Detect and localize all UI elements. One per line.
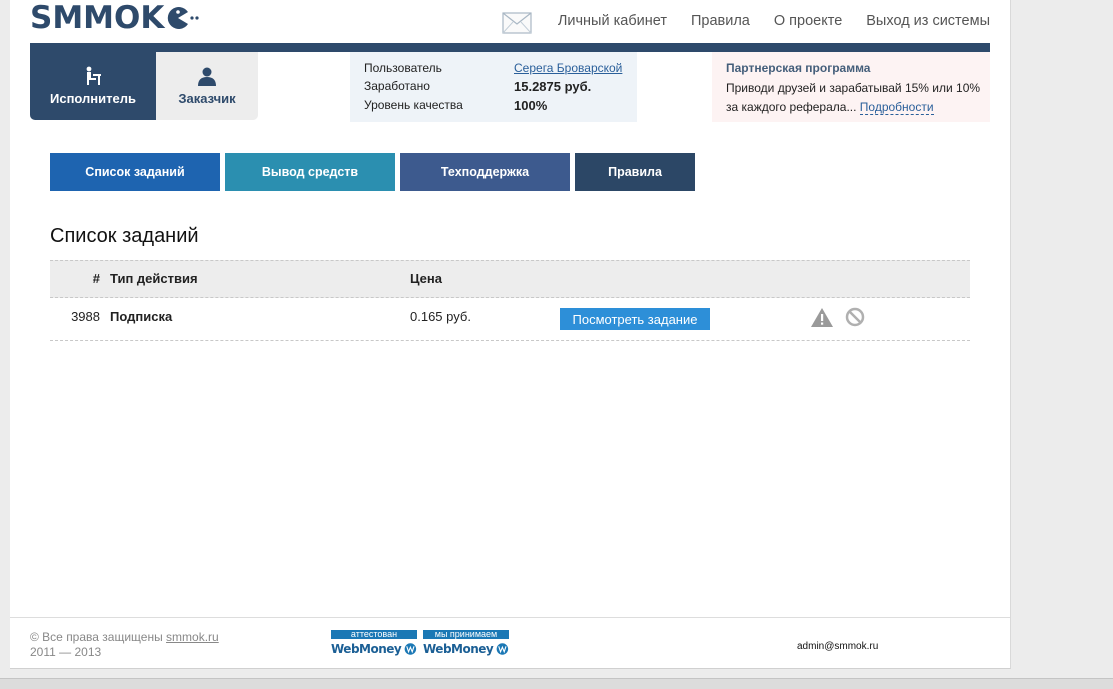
admin-email[interactable]: admin@smmok.ru xyxy=(797,641,878,652)
webmoney-accept-badge[interactable]: мы принимаем WebMoney xyxy=(423,630,509,660)
wm2-brand: WebMoney xyxy=(423,642,494,656)
webmoney-attested-badge[interactable]: аттестован WebMoney xyxy=(331,630,417,660)
webmoney-globe-icon xyxy=(496,643,509,655)
view-task-button[interactable]: Посмотреть задание xyxy=(560,308,710,330)
task-price: 0.165 руб. xyxy=(410,309,471,324)
user-icon xyxy=(198,67,216,86)
menu-support[interactable]: Техподдержка xyxy=(400,153,570,191)
role-executor-label: Исполнитель xyxy=(50,91,136,106)
wm1-top: аттестован xyxy=(331,630,417,639)
partner-text: Приводи друзей и зарабатывай 15% или 10%… xyxy=(726,81,981,114)
nav-rules[interactable]: Правила xyxy=(691,6,750,36)
quality-value: 100% xyxy=(514,98,548,113)
menu-rules[interactable]: Правила xyxy=(575,153,695,191)
copyright-text: © Все права защищены xyxy=(30,630,163,644)
top-nav: Личный кабинет Правила О проекте Выход и… xyxy=(502,6,990,36)
col-number: # xyxy=(92,271,100,286)
earned-value: 15.2875 руб. xyxy=(514,79,592,94)
webmoney-globe-icon xyxy=(404,643,417,655)
tasks-table: # Тип действия Цена 3988 Подписка 0.165 … xyxy=(50,260,970,341)
mail-icon[interactable] xyxy=(502,12,532,34)
role-customer-label: Заказчик xyxy=(178,91,236,106)
partner-more-link[interactable]: Подробности xyxy=(859,100,934,115)
copyright: © Все права защищены smmok.ru 2011 — 201… xyxy=(30,630,219,660)
main-menu: Список заданий Вывод средств Техподдержк… xyxy=(50,153,700,191)
user-label: Пользователь xyxy=(364,61,442,75)
role-tab-customer[interactable]: Заказчик xyxy=(156,52,258,120)
menu-tasks[interactable]: Список заданий xyxy=(50,153,220,191)
task-id: 3988 xyxy=(71,309,100,324)
page-title: Список заданий xyxy=(50,225,199,247)
block-icon[interactable] xyxy=(845,307,865,327)
browser-bottom-strip xyxy=(0,678,1113,689)
task-type: Подписка xyxy=(110,309,173,324)
table-row: 3988 Подписка 0.165 руб. Посмотреть зада… xyxy=(50,298,970,341)
partner-title: Партнерская программа xyxy=(726,61,871,75)
role-tab-executor[interactable]: Исполнитель xyxy=(30,52,156,120)
user-name-link[interactable]: Серега Броварской xyxy=(514,61,622,75)
logo-text: SMMOK xyxy=(30,0,165,36)
col-price: Цена xyxy=(410,271,442,286)
pacman-icon xyxy=(168,7,200,29)
copyright-years: 2011 — 2013 xyxy=(30,645,102,659)
footer-divider xyxy=(10,617,1010,618)
nav-logout[interactable]: Выход из системы xyxy=(866,6,990,36)
col-type: Тип действия xyxy=(110,271,198,286)
wm1-brand: WebMoney xyxy=(331,642,402,656)
earned-label: Заработано xyxy=(364,79,430,93)
partner-box: Партнерская программа Приводи друзей и з… xyxy=(712,52,990,122)
role-tabs: Исполнитель Заказчик xyxy=(30,52,258,120)
nav-cabinet[interactable]: Личный кабинет xyxy=(558,6,667,36)
logo[interactable]: SMMOK xyxy=(30,0,202,36)
header-bar xyxy=(30,43,990,52)
menu-withdraw[interactable]: Вывод средств xyxy=(225,153,395,191)
nav-about[interactable]: О проекте xyxy=(774,6,842,36)
site-link[interactable]: smmok.ru xyxy=(166,630,219,644)
table-header: # Тип действия Цена xyxy=(50,260,970,298)
wm2-top: мы принимаем xyxy=(423,630,509,639)
quality-label: Уровень качества xyxy=(364,98,463,112)
page: SMMOK Личный кабинет Правила О проекте В… xyxy=(10,0,1011,669)
partner-text-wrap: Приводи друзей и зарабатывай 15% или 10%… xyxy=(726,79,986,117)
warning-icon[interactable] xyxy=(810,307,834,328)
worker-icon xyxy=(86,66,101,85)
user-info: Пользователь Серега Броварской Заработан… xyxy=(350,52,637,122)
